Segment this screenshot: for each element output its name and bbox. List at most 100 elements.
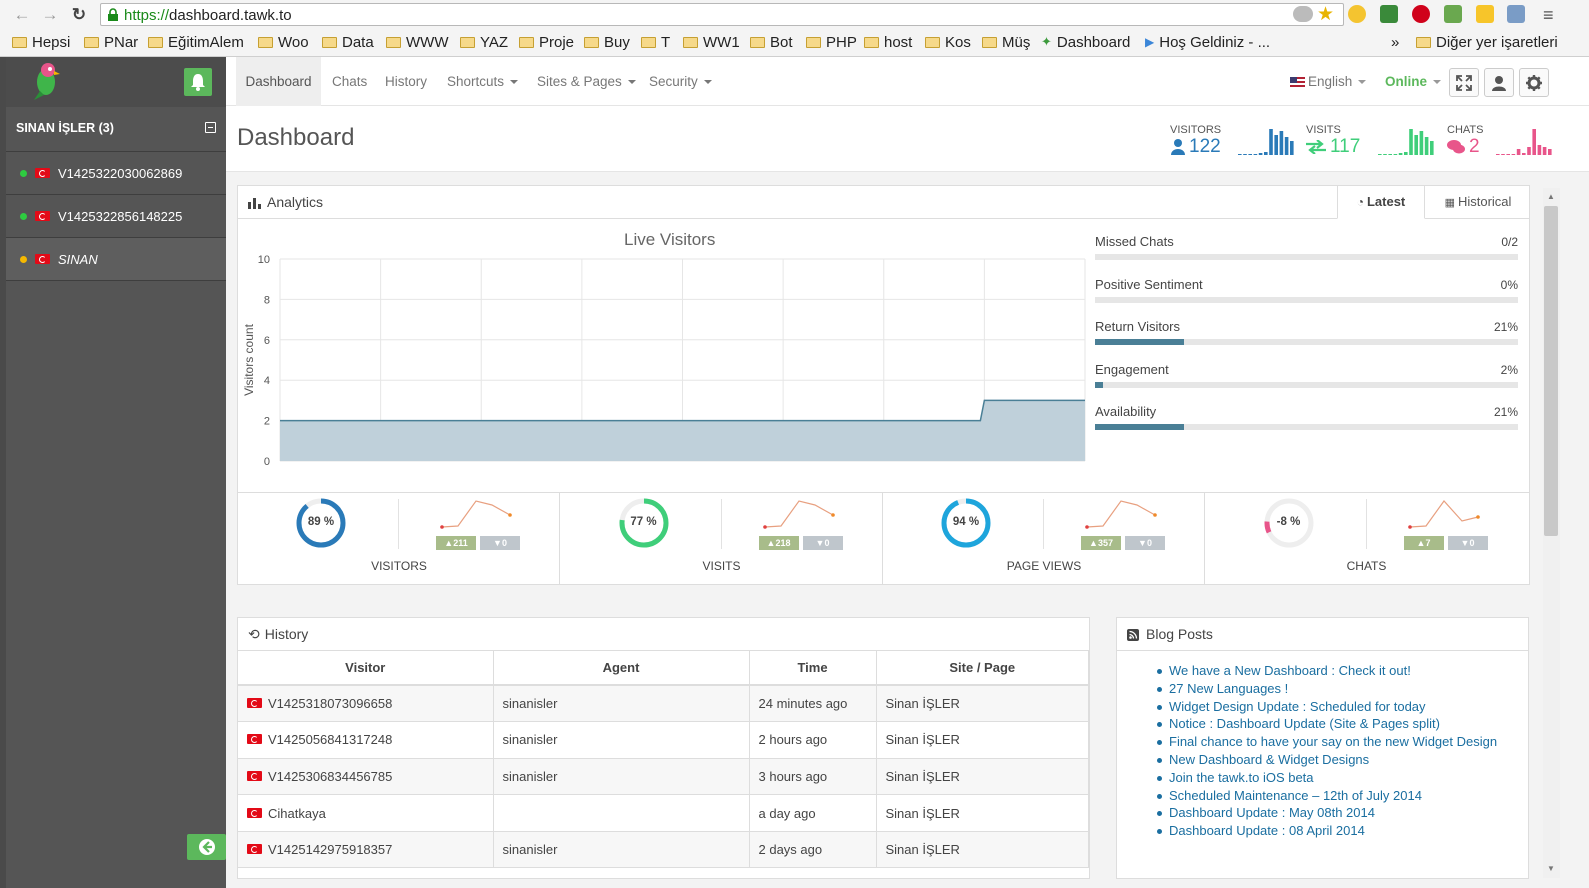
- bookmark-item[interactable]: ✦ Dashboard: [1041, 32, 1130, 52]
- metric-value: 0/2: [1501, 235, 1518, 249]
- metric-label: Availability: [1095, 404, 1157, 419]
- notes-extension-icon[interactable]: [1476, 5, 1494, 23]
- bookmark-item[interactable]: EğitimAlem: [148, 32, 244, 52]
- blog-post-link[interactable]: Join the tawk.to iOS beta: [1156, 770, 1497, 788]
- sidebar-group-title: SINAN İŞLER (3): [16, 121, 114, 135]
- table-row[interactable]: V1425306834456785 sinanisler 3 hours ago Si…: [238, 758, 1089, 796]
- blog-post-link[interactable]: Scheduled Maintenance – 12th of July 201…: [1156, 788, 1497, 806]
- sparkline-point: [762, 525, 767, 529]
- bookmark-item[interactable]: PHP: [806, 32, 857, 52]
- table-row[interactable]: V1425142975918357 sinanisler 2 days ago Sin…: [238, 831, 1089, 869]
- nav-shortcuts[interactable]: Shortcuts: [447, 57, 519, 106]
- nav-dashboard[interactable]: Dashboard: [236, 57, 321, 106]
- forward-icon[interactable]: →: [40, 5, 60, 25]
- reload-icon[interactable]: ↻: [69, 5, 89, 25]
- blog-post-link[interactable]: New Dashboard & Widget Designs: [1156, 752, 1497, 770]
- column-header[interactable]: Agent: [493, 651, 750, 686]
- folder-icon: [925, 36, 940, 48]
- bookmark-item[interactable]: WWW: [386, 32, 448, 52]
- stat-chats-label: CHATS: [1447, 124, 1484, 136]
- column-header[interactable]: Visitor: [238, 651, 494, 686]
- download-extension-icon[interactable]: [1444, 5, 1462, 23]
- metric-progress-bar: [1095, 381, 1518, 388]
- language-dropdown[interactable]: English: [1290, 57, 1367, 106]
- bookmark-item[interactable]: PNar: [84, 32, 138, 52]
- blog-post-link[interactable]: 27 New Languages !: [1156, 681, 1497, 699]
- sidebar-top: [6, 57, 226, 107]
- bookmark-item[interactable]: ▶ Hoş Geldiniz - ...: [1145, 32, 1270, 52]
- collapse-icon[interactable]: [205, 122, 216, 133]
- sparkline-point: [440, 525, 444, 529]
- nav-security[interactable]: Security: [649, 57, 712, 106]
- table-row[interactable]: Cihatkaya a day ago Sinan İŞLER: [238, 794, 1089, 832]
- bookmark-item[interactable]: WW1: [683, 32, 740, 52]
- bookmark-item[interactable]: Kos: [925, 32, 971, 52]
- table-row[interactable]: V1425056841317248 sinanisler 2 hours ago Si…: [238, 721, 1089, 759]
- main-content: Dashboard VISITORS 122 VISITS 117 CHATS …: [226, 106, 1589, 888]
- mail-extension-icon[interactable]: [1507, 5, 1525, 23]
- profile-button[interactable]: [1484, 68, 1514, 97]
- other-bookmarks[interactable]: Diğer yer işaretleri: [1416, 32, 1558, 52]
- nav-history[interactable]: History: [385, 57, 427, 106]
- tab-latest[interactable]: ◔ Latest: [1337, 185, 1425, 219]
- emoji-extension-icon[interactable]: [1348, 5, 1366, 23]
- bookmark-item[interactable]: Data: [322, 32, 374, 52]
- y-tick-label: 2: [264, 416, 270, 428]
- bookmark-item[interactable]: host: [864, 32, 912, 52]
- kpi-sparkline: [762, 500, 835, 529]
- sidebar-visitor-item[interactable]: V1425322030062869: [6, 152, 226, 195]
- nav-chats[interactable]: Chats: [332, 57, 367, 106]
- status-dropdown[interactable]: Online: [1385, 57, 1442, 106]
- gauge-value: 77 %: [630, 516, 657, 528]
- menu-icon[interactable]: ≡: [1543, 5, 1554, 26]
- collapse-sidebar-button[interactable]: [187, 834, 226, 860]
- kpi-up-value: 211: [453, 538, 468, 548]
- blog-post-link[interactable]: We have a New Dashboard : Check it out!: [1156, 663, 1497, 681]
- sidebar-visitor-item[interactable]: SINAN: [6, 238, 226, 281]
- bookmark-item[interactable]: Bot: [750, 32, 793, 52]
- mini-bar: [1284, 137, 1289, 155]
- fullscreen-button[interactable]: [1449, 68, 1479, 97]
- address-bar[interactable]: https://dashboard.tawk.to ★: [100, 3, 1344, 26]
- page-scrollbar[interactable]: ▲ ▼: [1543, 188, 1560, 878]
- bookmark-item[interactable]: Proje: [519, 32, 574, 52]
- settings-button[interactable]: [1519, 68, 1549, 97]
- metric-label: Engagement: [1095, 361, 1169, 377]
- extension-icon[interactable]: [1380, 5, 1398, 23]
- mini-bar: [1253, 154, 1258, 155]
- blog-post-link[interactable]: Notice : Dashboard Update (Site & Pages …: [1156, 716, 1497, 734]
- bookmark-item[interactable]: Buy: [584, 32, 630, 52]
- scroll-down-icon[interactable]: ▼: [1547, 864, 1555, 873]
- blog-post-link[interactable]: Dashboard Update : 08 April 2014: [1156, 823, 1497, 841]
- sidebar-visitor-item[interactable]: V1425322856148225: [6, 195, 226, 238]
- bookmark-label: Dashboard: [1056, 33, 1131, 51]
- table-row[interactable]: V1425318073096658 sinanisler 24 minutes ag…: [238, 685, 1089, 723]
- bookmark-item[interactable]: T: [641, 32, 670, 52]
- comments-icon: [1447, 140, 1465, 154]
- sidebar-group-header[interactable]: SINAN İŞLER (3): [6, 107, 226, 152]
- nav-sites-pages[interactable]: Sites & Pages: [537, 57, 636, 106]
- url-text: https://dashboard.tawk.to: [124, 7, 292, 24]
- cloud-icon[interactable]: [1293, 6, 1313, 22]
- tab-historical-label: Historical: [1457, 194, 1512, 209]
- column-header[interactable]: Site / Page: [876, 651, 1089, 686]
- bookmark-item[interactable]: Müş: [982, 32, 1030, 52]
- column-header[interactable]: Time: [749, 651, 877, 686]
- adblock-icon[interactable]: [1412, 5, 1430, 23]
- blog-post-link[interactable]: Widget Design Update : Scheduled for tod…: [1156, 699, 1497, 717]
- bookmark-item[interactable]: Woo: [258, 32, 309, 52]
- blog-post-link[interactable]: Final chance to have your say on the new…: [1156, 734, 1497, 752]
- blog-post-link[interactable]: Dashboard Update : May 08th 2014: [1156, 805, 1497, 823]
- bookmark-star-icon[interactable]: ★: [1317, 3, 1334, 26]
- bookmark-item[interactable]: Hepsi: [12, 32, 70, 52]
- notification-button[interactable]: [184, 68, 212, 96]
- bookmarks-overflow[interactable]: »: [1391, 32, 1399, 52]
- scrollbar-thumb[interactable]: [1544, 206, 1558, 536]
- bookmark-label: Data: [342, 33, 374, 51]
- scroll-up-icon[interactable]: ▲: [1547, 192, 1555, 201]
- cell-text: V1425318073096658: [268, 696, 393, 712]
- bookmark-item[interactable]: YAZ: [460, 32, 508, 52]
- back-icon[interactable]: ←: [12, 5, 32, 25]
- tab-historical[interactable]: ▦ Historical: [1428, 186, 1528, 218]
- stat-visits-label: VISITS: [1306, 124, 1341, 136]
